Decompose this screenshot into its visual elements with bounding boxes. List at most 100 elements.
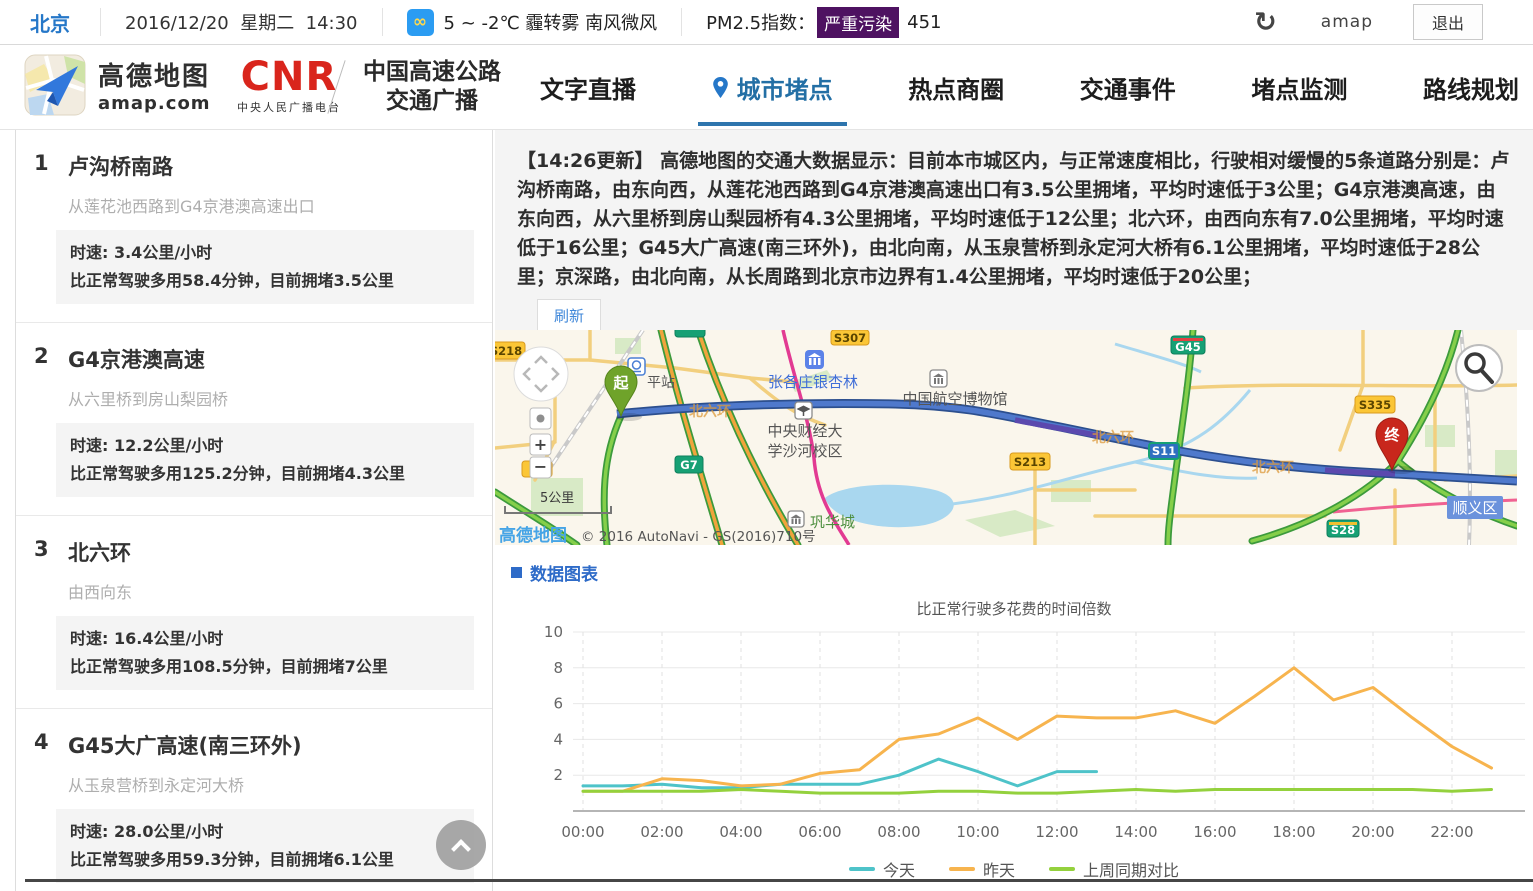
road-delay: 比正常驾驶多用58.4分钟，目前拥堵3.5公里 [70,267,462,295]
list-item[interactable]: 3北六环 由西向东 时速: 16.4公里/小时 比正常驾驶多用108.5分钟，目… [16,516,492,709]
traffic-update-text: 【14:26更新】 高德地图的交通大数据显示：目前本市城区内，与正常速度相比，行… [495,130,1533,292]
shield-cut-top [675,330,705,337]
road-speed: 时速: 12.2公里/小时 [70,432,462,460]
ginkgo-park-label: 张各庄银杏林 [768,373,858,391]
chart-section: 数据图表 比正常行驶多花费的时间倍数 24681000:0002:0004:00… [495,560,1533,881]
station-label: 平站 [647,375,675,391]
svg-text:4: 4 [553,730,563,748]
amap-domain: amap.com [98,93,211,114]
svg-text:+: + [534,435,547,454]
chart-title: 比正常行驶多花费的时间倍数 [495,598,1533,619]
road-delay: 比正常驾驶多用125.2分钟，目前拥堵4.3公里 [70,460,462,488]
shield-s335: S335 [1355,396,1395,413]
logout-button[interactable]: 退出 [1413,4,1483,40]
svg-text:S28: S28 [1331,523,1355,537]
road-desc: 从六里桥到房山梨园桥 [68,386,476,410]
svg-text:12:00: 12:00 [1035,823,1078,841]
road-name: 北六环 [68,537,131,567]
road-delay: 比正常驾驶多用59.3分钟，目前拥堵6.1公里 [70,846,462,874]
university-label-line2: 学沙河校区 [767,442,842,460]
svg-text:10:00: 10:00 [956,823,999,841]
pm25-value: 451 [907,12,941,33]
svg-text:G7: G7 [680,458,697,472]
road-desc: 从玉泉营桥到永定河大桥 [68,772,476,796]
zoom-out-button[interactable]: − [530,457,551,478]
bottom-divider [25,879,1533,882]
ancient-city-label: 巩华城 [810,513,855,531]
legend-item[interactable]: 昨天 [949,857,1015,881]
brand-bar: 高德地图 amap.com CNR 中央人民广播电台 中国高速公路 交通广播 文… [0,45,1533,130]
cnr-logo: CNR 中央人民广播电台 [237,57,341,115]
svg-text:02:00: 02:00 [640,823,683,841]
refresh-button[interactable]: 刷新 [537,299,601,332]
cnr-subtitle: 中央人民广播电台 [237,99,341,115]
road-speed: 时速: 28.0公里/小时 [70,818,462,846]
map-watermark: 高德地图 [499,525,567,545]
tab-city-congestion[interactable]: 城市堵点 [712,70,833,105]
svg-text:18:00: 18:00 [1272,823,1315,841]
tab-route-planning[interactable]: 路线规划 [1423,70,1519,105]
location-pin-icon [712,76,729,99]
tab-hot-business[interactable]: 热点商圈 [908,70,1004,105]
chart-legend: 今天 昨天 上周同期对比 [495,857,1533,881]
shield-s28: S28 [1327,520,1359,537]
legend-item[interactable]: 今天 [849,857,915,881]
road-name: G45大广高速(南三环外) [68,730,302,760]
university-label-line1: 中央财经大 [767,422,842,440]
top-bar: 北京 2016/12/20 星期二 14:30 ∞ 5 ~ -2℃ 霾转雾 南风… [0,0,1533,45]
svg-text:14:00: 14:00 [1114,823,1157,841]
account-name[interactable]: amap [1321,12,1373,32]
svg-text:S218: S218 [495,344,522,358]
road-speed: 时速: 3.4公里/小时 [70,239,462,267]
map-locate-button[interactable] [530,408,551,429]
road-name: G4京港澳高速 [68,344,205,374]
map-pan-control[interactable] [514,347,568,401]
amap-logo[interactable]: 高德地图 amap.com [24,54,211,116]
svg-text:G45: G45 [1175,340,1200,354]
main-nav: 文字直播 城市堵点 热点商圈 交通事件 堵点监测 路线规划 [540,45,1519,130]
svg-text:S307: S307 [834,331,866,345]
list-item[interactable]: 2G4京港澳高速 从六里桥到房山梨园桥 时速: 12.2公里/小时 比正常驾驶多… [16,323,492,516]
map-copyright: © 2016 AutoNavi - GS(2016)710号 [581,529,816,545]
zoom-in-button[interactable]: + [530,434,551,455]
line-chart[interactable]: 24681000:0002:0004:0006:0008:0010:0012:0… [495,619,1533,851]
svg-text:北六环: 北六环 [689,403,731,420]
svg-text:顺义区: 顺义区 [1452,499,1497,517]
list-item[interactable]: 1卢沟桥南路 从莲花池西路到G4京港澳高速出口 时速: 3.4公里/小时 比正常… [16,130,492,323]
shield-s11: S11 [1149,443,1179,459]
road-stats: 时速: 12.2公里/小时 比正常驾驶多用125.2分钟，目前拥堵4.3公里 [56,423,474,497]
road-desc: 由西向东 [68,579,476,603]
section-title: 数据图表 [530,560,598,585]
svg-text:16:00: 16:00 [1193,823,1236,841]
legend-item[interactable]: 上周同期对比 [1049,857,1179,881]
district-badge: 顺义区 [1447,496,1503,519]
svg-text:6: 6 [553,695,563,713]
ginkgo-park-icon [805,350,824,369]
traffic-map[interactable]: 北六环 北六环 北六环 S218 S307 G45 S335 S213 S11 … [495,330,1517,545]
scroll-to-top-button[interactable] [436,820,486,870]
amap-logo-icon [24,54,86,116]
svg-text:2: 2 [553,766,563,784]
ancient-city-icon [788,511,804,527]
refresh-icon[interactable]: ↻ [1254,7,1277,38]
amap-title: 高德地图 [98,56,211,93]
tab-congestion-monitor[interactable]: 堵点监测 [1251,70,1347,105]
chevron-up-icon [451,839,471,859]
city-label[interactable]: 北京 [0,8,101,36]
road-name: 卢沟桥南路 [68,151,173,181]
map-search-button[interactable] [1456,345,1502,391]
svg-text:起: 起 [612,374,629,392]
university-icon [795,402,812,419]
svg-text:10: 10 [544,623,563,641]
main-content: 【14:26更新】 高德地图的交通大数据显示：目前本市城区内，与正常速度相比，行… [495,130,1533,891]
list-item[interactable]: 4G45大广高速(南三环外) 从玉泉营桥到永定河大桥 时速: 28.0公里/小时… [16,709,492,891]
shield-g7: G7 [675,456,703,473]
aviation-museum-label: 中国航空博物馆 [902,390,1007,408]
tab-text-live[interactable]: 文字直播 [540,70,636,105]
tab-traffic-events[interactable]: 交通事件 [1080,70,1176,105]
traffic-update-panel: 【14:26更新】 高德地图的交通大数据显示：目前本市城区内，与正常速度相比，行… [495,130,1533,330]
svg-text:00:00: 00:00 [561,823,604,841]
aviation-museum-icon [930,370,947,387]
shield-s307: S307 [831,330,869,345]
svg-text:08:00: 08:00 [877,823,920,841]
